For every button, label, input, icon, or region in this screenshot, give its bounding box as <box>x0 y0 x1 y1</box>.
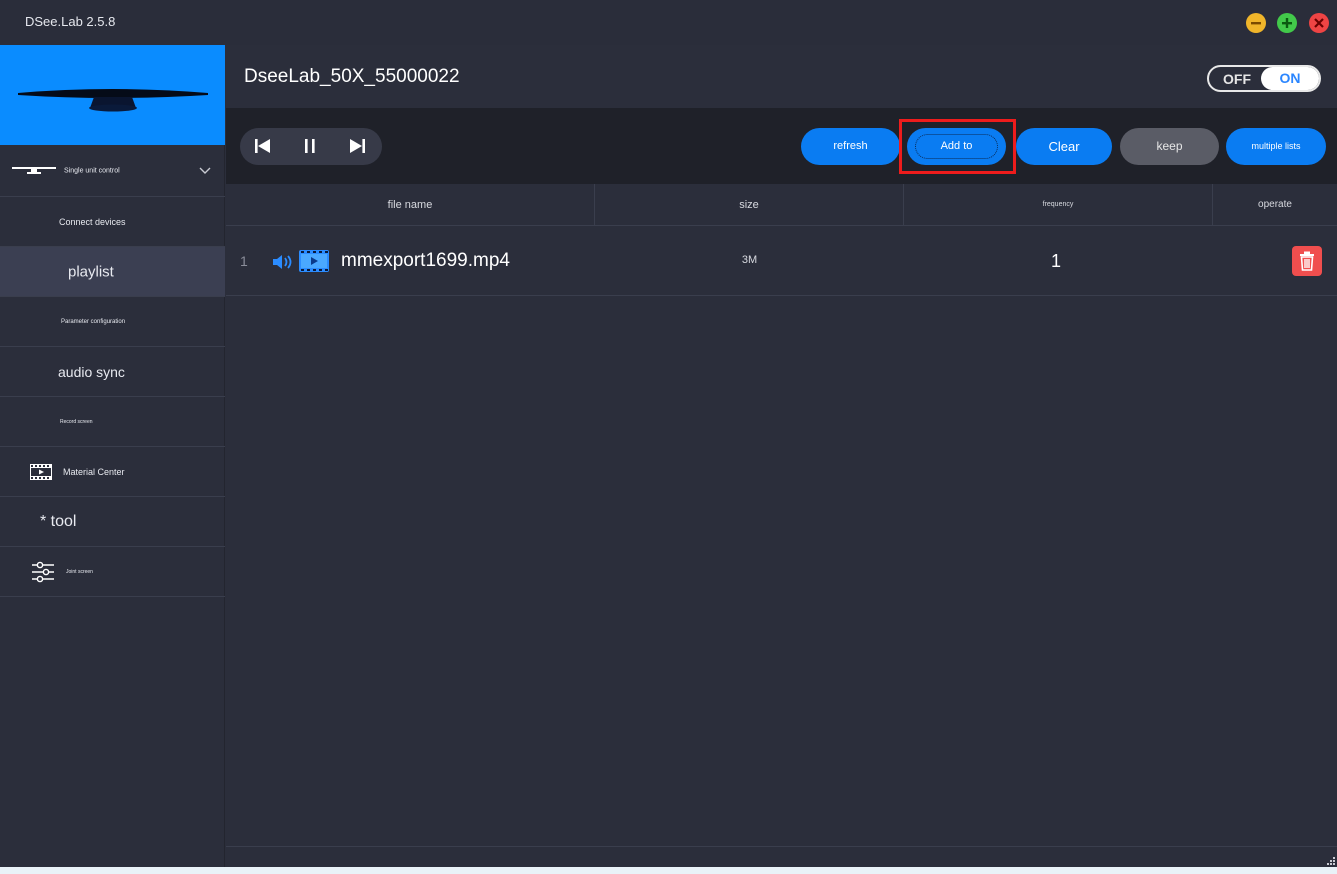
minimize-button[interactable] <box>1246 13 1266 33</box>
keep-button[interactable]: keep <box>1120 128 1219 165</box>
device-header: DseeLab_50X_55000022 OFF ON <box>226 45 1337 108</box>
taskbar-edge <box>0 867 1337 874</box>
plus-icon <box>1282 18 1292 28</box>
close-button[interactable] <box>1309 13 1329 33</box>
close-icon <box>1314 18 1324 28</box>
pause-icon <box>305 139 315 153</box>
column-frequency[interactable]: frequency <box>904 184 1213 226</box>
toggle-off-label: OFF <box>1223 71 1251 87</box>
device-name: DseeLab_50X_55000022 <box>244 66 460 87</box>
next-button[interactable] <box>334 128 381 165</box>
sidebar-item-label: Connect devices <box>59 216 126 227</box>
row-size: 3M <box>741 254 758 266</box>
playback-controls <box>240 128 382 165</box>
playlist-table: file name size frequency operate 1 mmexp… <box>226 184 1337 846</box>
add-to-button[interactable]: Add to <box>907 128 1006 165</box>
sidebar-item-single-unit-control[interactable]: Single unit control <box>0 145 225 197</box>
multiple-lists-button[interactable]: multiple lists <box>1226 128 1326 165</box>
speaker-icon[interactable] <box>272 254 294 270</box>
status-strip <box>226 846 1337 867</box>
title-bar: DSee.Lab 2.5.8 <box>0 0 1337 45</box>
table-row[interactable]: 1 mmexport1699.mp4 3M 1 <box>226 226 1337 296</box>
hologram-fan-icon <box>18 89 208 112</box>
column-size[interactable]: size <box>595 184 904 226</box>
clear-button[interactable]: Clear <box>1016 128 1112 165</box>
column-operate: operate <box>1258 199 1292 210</box>
toggle-on-label: ON <box>1261 67 1319 90</box>
app-window: DSee.Lab 2.5.8 Single unit control Conne… <box>0 0 1337 874</box>
sidebar-item-label: Single unit control <box>64 167 120 174</box>
skip-previous-icon <box>255 139 270 153</box>
sidebar-item-material-center[interactable]: Material Center <box>0 447 225 497</box>
monitor-icon <box>12 166 56 174</box>
sidebar-item-connect-devices[interactable]: Connect devices <box>0 197 225 247</box>
refresh-button[interactable]: refresh <box>801 128 900 165</box>
sidebar-item-label: Material Center <box>63 466 125 477</box>
device-preview-image <box>0 45 225 145</box>
pause-button[interactable] <box>287 128 334 165</box>
sidebar-item-label: audio sync <box>58 363 125 380</box>
sidebar-item-joint-screen[interactable]: Joint screen <box>0 547 225 597</box>
focus-ring <box>915 134 998 159</box>
row-frequency[interactable]: 1 <box>904 226 1208 296</box>
sidebar-item-label: * tool <box>40 512 77 530</box>
sidebar-item-tool[interactable]: * tool <box>0 497 225 547</box>
sidebar-item-audio-sync[interactable]: audio sync <box>0 347 225 397</box>
skip-next-icon <box>350 139 365 153</box>
minus-icon <box>1251 22 1261 25</box>
sidebar-item-record-screen[interactable]: Record screen <box>0 397 225 447</box>
row-index: 1 <box>240 253 248 269</box>
sidebar-item-label: Record screen <box>60 418 93 425</box>
chevron-down-icon[interactable] <box>199 167 211 175</box>
trash-icon <box>1300 251 1314 271</box>
sidebar-item-label: playlist <box>68 263 114 280</box>
sidebar-item-parameter-configuration[interactable]: Parameter configuration <box>0 297 225 347</box>
film-icon <box>30 463 52 480</box>
resize-grip-icon[interactable] <box>1327 857 1335 865</box>
sidebar-item-playlist[interactable]: playlist <box>0 247 225 297</box>
playlist-toolbar: refresh Add to Clear keep multiple lists <box>226 108 1337 184</box>
maximize-button[interactable] <box>1277 13 1297 33</box>
sidebar: Single unit control Connect devices play… <box>0 45 225 867</box>
column-file-name[interactable]: file name <box>226 184 595 226</box>
previous-button[interactable] <box>240 128 287 165</box>
sliders-icon <box>32 561 54 582</box>
delete-button[interactable] <box>1292 246 1322 276</box>
power-toggle[interactable]: OFF ON <box>1207 65 1321 92</box>
sidebar-item-label: Joint screen <box>66 568 93 575</box>
table-header: file name size frequency operate <box>226 184 1337 226</box>
row-file-name: mmexport1699.mp4 <box>341 250 510 271</box>
video-file-icon <box>299 250 329 272</box>
sidebar-item-label: Parameter configuration <box>61 318 126 325</box>
app-title: DSee.Lab 2.5.8 <box>25 14 116 29</box>
